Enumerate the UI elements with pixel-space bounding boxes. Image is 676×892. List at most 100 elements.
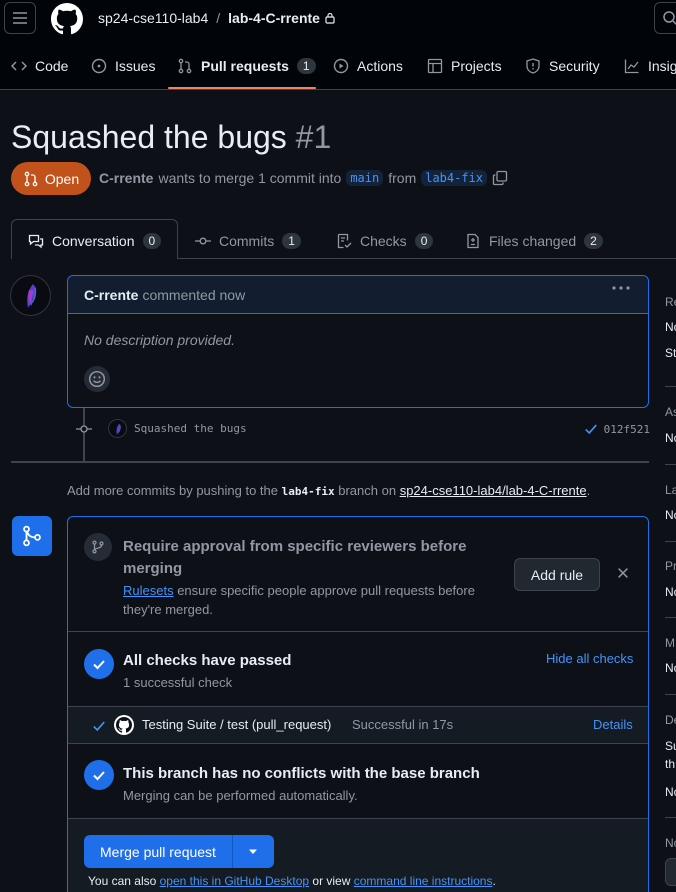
nav-label: Actions bbox=[357, 58, 403, 74]
tab-files-changed[interactable]: Files changed 2 bbox=[465, 226, 603, 256]
checks-section: All checks have passed 1 successful chec… bbox=[68, 632, 648, 707]
hamburger-icon bbox=[13, 12, 27, 24]
help-period: . bbox=[492, 874, 496, 888]
copy-icon[interactable] bbox=[492, 170, 508, 186]
code-icon bbox=[11, 61, 27, 71]
avatar-art-icon bbox=[27, 284, 37, 308]
git-commit-icon bbox=[76, 425, 92, 433]
checks-title: All checks have passed bbox=[123, 652, 292, 669]
ruleset-desc-text: ensure specific people approve pull requ… bbox=[123, 583, 475, 617]
tab-label: Checks bbox=[360, 233, 407, 249]
play-icon bbox=[333, 58, 349, 74]
details-link[interactable]: Details bbox=[593, 717, 633, 732]
tab-label: Commits bbox=[219, 233, 275, 249]
pr-number: #1 bbox=[295, 119, 332, 155]
nav-label: Insig bbox=[648, 58, 676, 74]
tab-conversation[interactable]: Conversation 0 bbox=[28, 226, 162, 256]
search-button[interactable] bbox=[654, 2, 676, 34]
status-label: Open bbox=[44, 170, 80, 187]
sidebar-reviewers-heading[interactable]: Re bbox=[665, 295, 676, 309]
pull-request-icon bbox=[24, 171, 38, 186]
repo-name[interactable]: lab-4-C-rrente bbox=[228, 10, 320, 26]
comment-header: C-rrente commented now bbox=[68, 276, 648, 314]
push-note-text: branch on bbox=[338, 483, 397, 498]
nav-label: Issues bbox=[115, 58, 156, 74]
kebab-menu-icon[interactable] bbox=[612, 286, 630, 290]
breadcrumb: sp24-cse110-lab4 / lab-4-C-rrente bbox=[98, 10, 336, 26]
merge-button-group: Merge pull request bbox=[84, 835, 274, 868]
comment-author[interactable]: C-rrente bbox=[84, 287, 138, 303]
merge-pull-request-button[interactable]: Merge pull request bbox=[84, 835, 233, 868]
add-reaction-button[interactable] bbox=[84, 366, 110, 392]
nav-label: Security bbox=[549, 58, 600, 74]
checks-subtitle: 1 successful check bbox=[123, 675, 233, 690]
merge-options-dropdown[interactable] bbox=[232, 835, 274, 868]
avatar[interactable] bbox=[10, 275, 51, 316]
repo-nav: Code Issues Pull requests 1 Actions Proj… bbox=[0, 40, 676, 90]
tab-label: Conversation bbox=[52, 233, 135, 249]
push-note-text: Add more commits by pushing to the bbox=[67, 483, 278, 498]
add-rule-button[interactable]: Add rule bbox=[514, 558, 600, 591]
push-note-period: . bbox=[586, 483, 591, 498]
conflicts-section: This branch has no conflicts with the ba… bbox=[68, 744, 648, 819]
base-branch[interactable]: main bbox=[346, 170, 384, 186]
nav-issues[interactable]: Issues bbox=[91, 53, 155, 79]
commit-avatar[interactable] bbox=[108, 419, 127, 438]
sidebar-value: No bbox=[665, 320, 676, 334]
meta-from: from bbox=[388, 170, 417, 186]
pr-title-text: Squashed the bugs bbox=[11, 119, 287, 155]
check-icon bbox=[584, 424, 597, 435]
shield-icon bbox=[526, 58, 540, 74]
tab-commits[interactable]: Commits 1 bbox=[195, 226, 301, 256]
sidebar-assignees-heading[interactable]: As bbox=[665, 405, 676, 419]
sidebar-divider bbox=[665, 694, 676, 695]
sidebar-value: No bbox=[665, 431, 676, 445]
timeline-divider bbox=[11, 461, 649, 463]
commit-sha[interactable]: 012f521 bbox=[604, 423, 650, 436]
sidebar-divider bbox=[665, 541, 676, 542]
sidebar-value: St bbox=[665, 346, 676, 360]
sidebar-projects-heading[interactable]: Pr bbox=[665, 559, 676, 573]
merge-help-text: You can also open this in GitHub Desktop… bbox=[88, 874, 496, 888]
sidebar-subscribe-button[interactable] bbox=[665, 858, 676, 886]
hide-checks-button[interactable]: Hide all checks bbox=[546, 651, 633, 666]
author-link[interactable]: C-rrente bbox=[99, 170, 153, 186]
git-merge-icon bbox=[23, 525, 41, 547]
nav-insights[interactable]: Insig bbox=[624, 53, 676, 79]
commit-message[interactable]: Squashed the bugs bbox=[134, 422, 247, 435]
hamburger-menu-button[interactable] bbox=[4, 2, 36, 34]
nav-pull-requests[interactable]: Pull requests 1 bbox=[177, 53, 316, 79]
close-icon[interactable] bbox=[616, 566, 630, 580]
nav-actions[interactable]: Actions bbox=[333, 53, 403, 79]
tab-checks[interactable]: Checks 0 bbox=[336, 226, 434, 256]
tab-count: 2 bbox=[584, 233, 603, 249]
nav-label: Code bbox=[35, 58, 69, 74]
tab-count: 0 bbox=[414, 233, 434, 249]
sidebar-divider bbox=[665, 464, 676, 465]
ruleset-description: Rulesets ensure specific people approve … bbox=[123, 581, 493, 619]
check-run-row: Testing Suite / test (pull_request) Succ… bbox=[68, 707, 648, 744]
nav-code[interactable]: Code bbox=[11, 53, 68, 79]
check-run-status: Successful in 17s bbox=[352, 717, 454, 732]
push-note: Add more commits by pushing to the lab4-… bbox=[67, 483, 590, 498]
sidebar-value: No bbox=[665, 661, 676, 675]
push-note-repo-link[interactable]: sp24-cse110-lab4/lab-4-C-rrente bbox=[400, 483, 587, 498]
rulesets-link[interactable]: Rulesets bbox=[123, 583, 174, 598]
nav-security[interactable]: Security bbox=[525, 53, 600, 79]
github-logo-icon[interactable] bbox=[51, 3, 83, 35]
org-link[interactable]: sp24-cse110-lab4 bbox=[98, 10, 208, 26]
sidebar-notifications-heading[interactable]: No bbox=[665, 836, 676, 850]
check-run-name[interactable]: Testing Suite / test (pull_request) bbox=[142, 717, 331, 732]
sidebar-divider bbox=[665, 386, 676, 387]
head-branch[interactable]: lab4-fix bbox=[421, 170, 488, 186]
tab-label: Files changed bbox=[489, 233, 577, 249]
command-line-link[interactable]: command line instructions bbox=[354, 874, 493, 888]
sidebar-labels-heading[interactable]: La bbox=[665, 483, 676, 497]
open-desktop-link[interactable]: open this in GitHub Desktop bbox=[160, 874, 309, 888]
nav-projects[interactable]: Projects bbox=[427, 53, 502, 79]
repo-link[interactable]: lab-4-C-rrente bbox=[228, 10, 336, 26]
status-badge: Open bbox=[11, 162, 91, 195]
active-nav-underline bbox=[168, 87, 316, 89]
sidebar-development-heading[interactable]: De bbox=[665, 713, 676, 727]
sidebar-milestone-heading[interactable]: M bbox=[665, 636, 675, 650]
